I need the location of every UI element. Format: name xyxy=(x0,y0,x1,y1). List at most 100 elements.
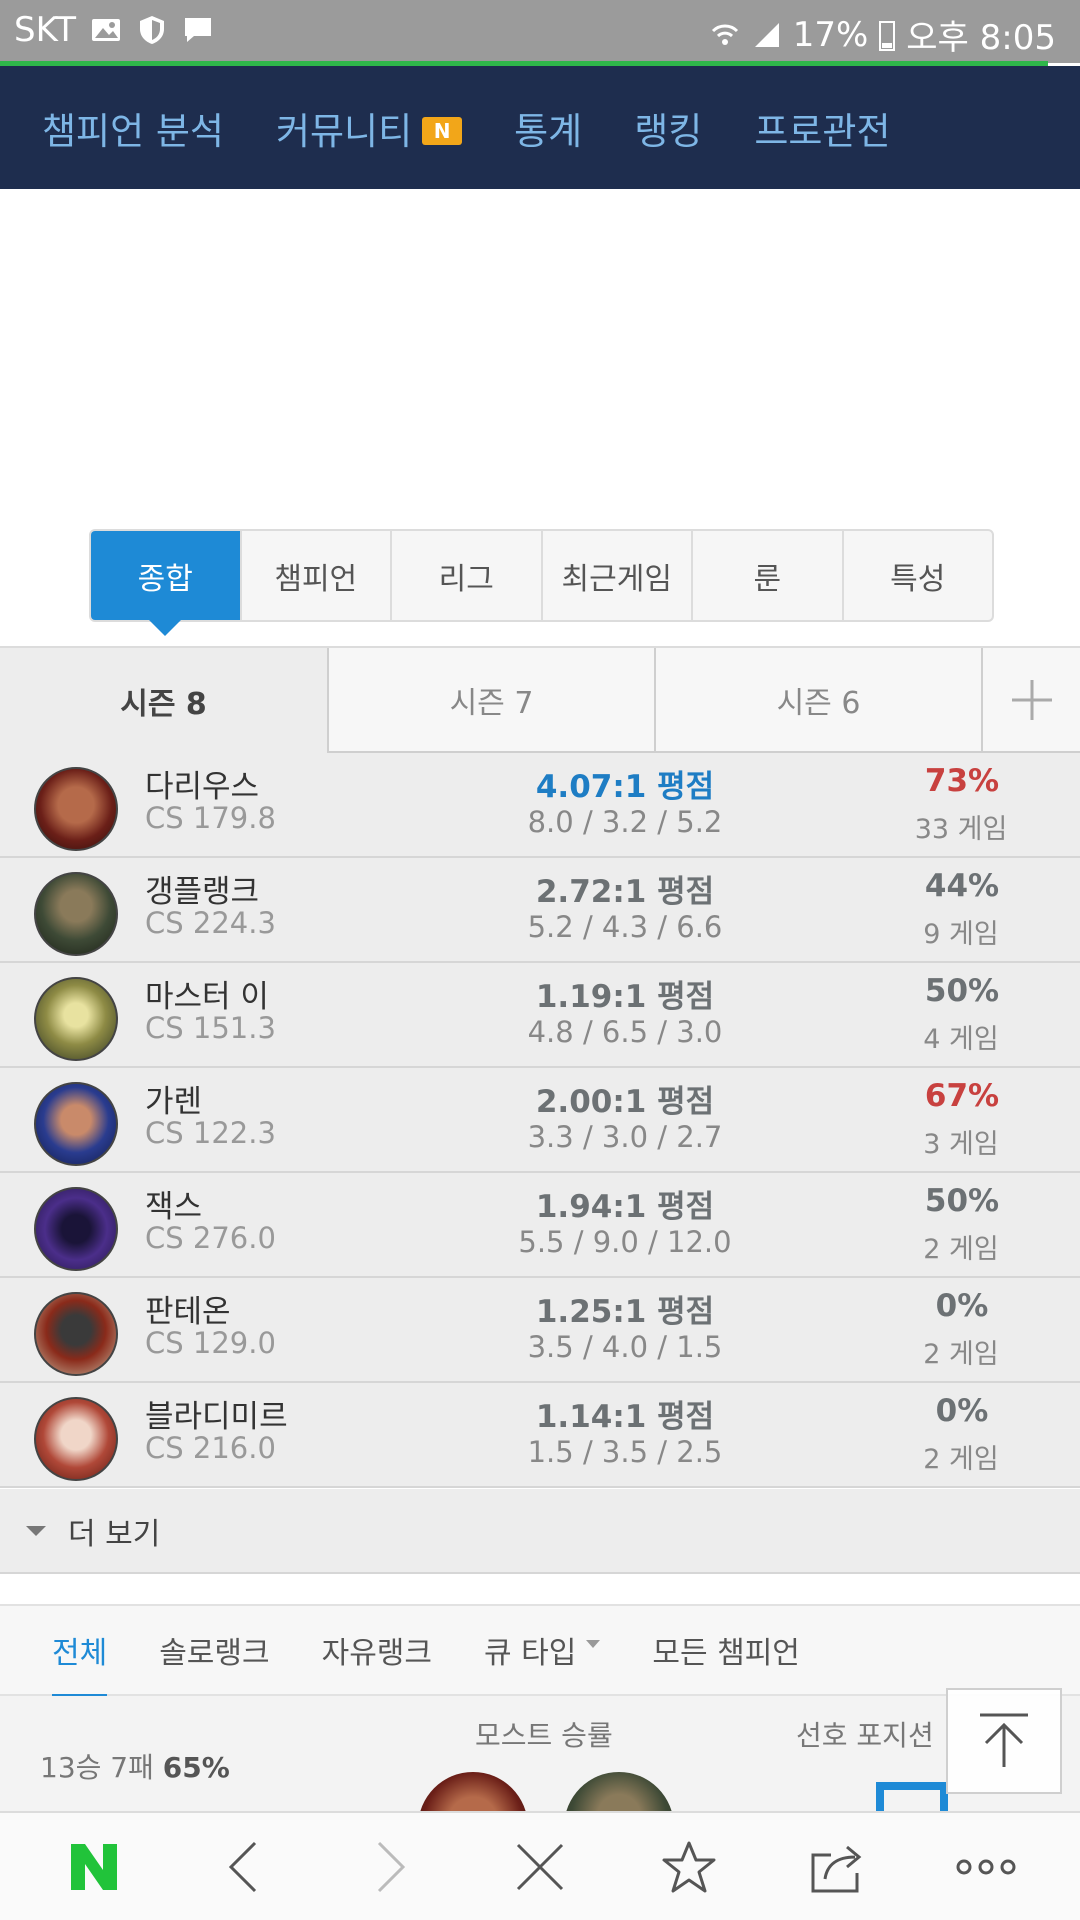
share-icon xyxy=(811,1845,862,1892)
season-tab-7[interactable]: 시즌 7 xyxy=(327,648,654,753)
star-icon xyxy=(662,1841,716,1892)
champion-row[interactable]: 마스터 이 CS 151.3 1.19:1 평점 4.8 / 6.5 / 3.0… xyxy=(0,963,1080,1068)
champion-name: 블라디미르 xyxy=(145,1399,288,1435)
champion-cs: CS 224.3 xyxy=(145,906,276,940)
naver-home-button[interactable] xyxy=(54,1827,134,1907)
kda-ratio: 4.07:1 평점 xyxy=(535,769,715,805)
win-rate: 50% xyxy=(924,1183,1000,1219)
queue-tab-flex[interactable]: 자유랭크 xyxy=(322,1604,432,1696)
champion-avatar xyxy=(34,872,118,956)
games-played: 4 게임 xyxy=(923,1024,999,1055)
queue-tab-all-champions[interactable]: 모든 챔피언 xyxy=(652,1604,800,1696)
tab-masteries[interactable]: 특성 xyxy=(844,531,993,620)
queue-tabs: 전체 솔로랭크 자유랭크 큐 타입 모든 챔피언 xyxy=(0,1604,1080,1698)
season-tab-6[interactable]: 시즌 6 xyxy=(654,648,981,753)
champion-row[interactable]: 갱플랭크 CS 224.3 2.72:1 평점 5.2 / 4.3 / 6.6 … xyxy=(0,858,1080,963)
carrier-label: SKT xyxy=(14,10,77,50)
wifi-icon xyxy=(711,24,738,45)
champion-avatar xyxy=(34,767,118,851)
message-icon xyxy=(185,18,212,42)
tab-recent-games[interactable]: 최근게임 xyxy=(543,531,693,620)
kda-detail: 3.3 / 3.0 / 2.7 xyxy=(527,1120,723,1154)
win-loss-record: 13승 7패 65% xyxy=(40,1746,230,1786)
queue-tab-label: 큐 타입 xyxy=(484,1636,577,1671)
more-dots-icon xyxy=(956,1859,1016,1874)
champion-cs: CS 151.3 xyxy=(145,1011,276,1045)
recent-summary: 13승 7패 65% 모스트 승률 선호 포지션 xyxy=(0,1696,1080,1882)
nav-community[interactable]: 커뮤니티 N xyxy=(275,101,463,155)
nav-label: 커뮤니티 xyxy=(275,109,413,153)
more-menu-button[interactable] xyxy=(946,1827,1026,1907)
profile-tabs: 종합 챔피언 리그 최근게임 룬 특성 xyxy=(89,529,994,636)
clock: 오후 8:05 xyxy=(906,18,1056,58)
champion-name: 다리우스 xyxy=(145,769,260,805)
win-rate: 67% xyxy=(924,1078,1000,1114)
show-more-label: 더 보기 xyxy=(68,1516,161,1552)
champion-row[interactable]: 잭스 CS 276.0 1.94:1 평점 5.5 / 9.0 / 12.0 5… xyxy=(0,1173,1080,1278)
kda-ratio: 1.94:1 평점 xyxy=(535,1189,715,1225)
scroll-to-top-button[interactable] xyxy=(946,1688,1062,1794)
queue-tab-label: 모든 챔피언 xyxy=(652,1636,800,1671)
champion-row[interactable]: 가렌 CS 122.3 2.00:1 평점 3.3 / 3.0 / 2.7 67… xyxy=(0,1068,1080,1173)
nav-label: 챔피언 분석 xyxy=(42,109,224,153)
plus-icon xyxy=(1011,679,1052,720)
champion-cs: CS 216.0 xyxy=(145,1431,276,1465)
close-icon xyxy=(516,1843,564,1890)
kda-ratio: 2.00:1 평점 xyxy=(535,1084,715,1120)
season-tab-8[interactable]: 시즌 8 xyxy=(0,648,327,753)
games-played: 3 게임 xyxy=(923,1129,999,1160)
champion-name: 마스터 이 xyxy=(145,979,269,1015)
forward-button[interactable] xyxy=(351,1827,431,1907)
champion-row[interactable]: 블라디미르 CS 216.0 1.14:1 평점 1.5 / 3.5 / 2.5… xyxy=(0,1383,1080,1488)
queue-tab-all[interactable]: 전체 xyxy=(52,1604,108,1698)
bookmark-button[interactable] xyxy=(649,1827,729,1907)
status-bar: SKT 17% 오후 8:05 xyxy=(0,0,1080,66)
champion-cs: CS 276.0 xyxy=(145,1221,276,1255)
battery-icon xyxy=(879,20,896,51)
share-button[interactable] xyxy=(797,1827,877,1907)
tab-overview[interactable]: 종합 xyxy=(91,531,242,636)
kda-ratio: 1.14:1 평점 xyxy=(535,1399,715,1435)
kda-detail: 8.0 / 3.2 / 5.2 xyxy=(527,805,723,839)
close-button[interactable] xyxy=(500,1827,580,1907)
tab-runes[interactable]: 룬 xyxy=(693,531,844,620)
arrow-up-icon xyxy=(980,1713,1028,1767)
kda-detail: 5.5 / 9.0 / 12.0 xyxy=(518,1225,732,1259)
show-more-button[interactable]: 더 보기 xyxy=(0,1489,1080,1574)
preferred-position-label: 선호 포지션 xyxy=(796,1719,934,1752)
nav-stats[interactable]: 통계 xyxy=(514,101,582,155)
champion-name: 잭스 xyxy=(145,1189,203,1225)
tab-league[interactable]: 리그 xyxy=(392,531,543,620)
champion-cs: CS 122.3 xyxy=(145,1116,276,1150)
win-rate: 0% xyxy=(935,1288,989,1324)
tab-champion[interactable]: 챔피언 xyxy=(242,531,392,620)
games-played: 9 게임 xyxy=(923,919,999,950)
win-rate: 73% xyxy=(924,763,1000,799)
queue-tab-solo[interactable]: 솔로랭크 xyxy=(159,1604,269,1696)
gallery-icon xyxy=(92,19,121,41)
champion-row[interactable]: 판테온 CS 129.0 1.25:1 평점 3.5 / 4.0 / 1.5 0… xyxy=(0,1278,1080,1383)
nav-label: 랭킹 xyxy=(634,109,703,153)
win-rate: 44% xyxy=(924,868,1000,904)
season-tabs: 시즌 8 시즌 7 시즌 6 xyxy=(0,646,1080,753)
add-season-button[interactable] xyxy=(981,648,1080,753)
kda-detail: 3.5 / 4.0 / 1.5 xyxy=(527,1330,723,1364)
champion-row[interactable]: 다리우스 CS 179.8 4.07:1 평점 8.0 / 3.2 / 5.2 … xyxy=(0,753,1080,858)
signal-icon xyxy=(754,22,779,47)
nav-pro-spectate[interactable]: 프로관전 xyxy=(754,101,890,155)
nav-ranking[interactable]: 랭킹 xyxy=(634,101,702,155)
games-played: 2 게임 xyxy=(923,1339,999,1370)
win-rate: 0% xyxy=(935,1393,989,1429)
queue-type-dropdown[interactable]: 큐 타입 xyxy=(484,1604,601,1696)
queue-tab-label: 전체 xyxy=(52,1636,108,1671)
champion-name: 판테온 xyxy=(145,1294,231,1330)
nav-champion-analysis[interactable]: 챔피언 분석 xyxy=(42,101,224,155)
kda-ratio: 2.72:1 평점 xyxy=(535,874,715,910)
site-nav: 챔피언 분석 커뮤니티 N 통계 랭킹 프로관전 xyxy=(0,66,1080,189)
champion-avatar xyxy=(34,1397,118,1481)
champion-list: 다리우스 CS 179.8 4.07:1 평점 8.0 / 3.2 / 5.2 … xyxy=(0,753,1080,1488)
kda-detail: 5.2 / 4.3 / 6.6 xyxy=(527,910,723,944)
champion-name: 갱플랭크 xyxy=(145,874,260,910)
games-played: 2 게임 xyxy=(923,1444,999,1475)
back-button[interactable] xyxy=(203,1827,283,1907)
